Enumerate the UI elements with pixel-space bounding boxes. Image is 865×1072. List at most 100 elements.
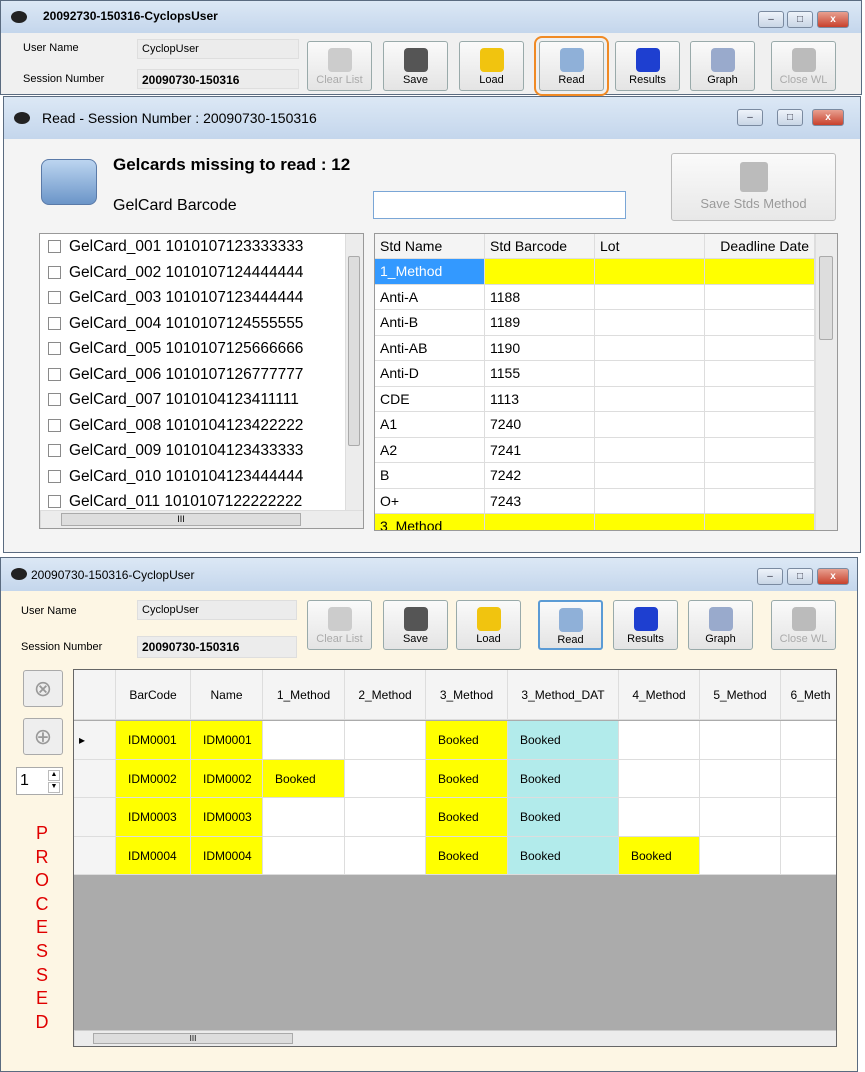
id-cell[interactable]: IDM0002 [191, 759, 263, 798]
clear-list-button[interactable]: Clear List [307, 41, 372, 91]
add-button[interactable]: ⊕ [23, 718, 63, 755]
id-cell[interactable]: IDM0002 [116, 759, 191, 798]
gelcard-checkbox[interactable] [48, 444, 61, 458]
method-cell[interactable]: Booked [508, 759, 619, 798]
gelcard-list-item[interactable]: GelCard_009 1010104123433333 [48, 442, 303, 460]
method-cell[interactable] [619, 759, 700, 798]
method-cell[interactable] [700, 721, 781, 760]
method-cell[interactable]: Booked [619, 836, 700, 875]
column-header[interactable]: Std Name [375, 234, 485, 259]
method-cell[interactable] [781, 836, 836, 875]
save-button[interactable]: Save [383, 600, 448, 650]
std-cell[interactable] [705, 310, 815, 336]
column-header[interactable]: Name [191, 670, 263, 720]
gelcard-list-item[interactable]: GelCard_010 1010104123444444 [48, 468, 303, 486]
std-cell[interactable]: 7240 [485, 412, 595, 438]
id-cell[interactable]: IDM0001 [116, 721, 191, 760]
std-name-cell[interactable]: A2 [375, 437, 485, 463]
method-cell[interactable]: Booked [426, 721, 508, 760]
std-name-cell[interactable]: 1_Method [375, 259, 485, 285]
load-button[interactable]: Load [459, 41, 524, 91]
std-name-cell[interactable]: O+ [375, 488, 485, 514]
gelcard-checkbox[interactable] [48, 393, 61, 407]
gelcard-checkbox[interactable] [48, 367, 61, 381]
row-header[interactable]: ▸ [74, 721, 116, 760]
method-cell[interactable] [781, 798, 836, 837]
std-cell[interactable]: 1155 [485, 361, 595, 387]
row-header[interactable] [74, 836, 116, 875]
gelcard-checkbox[interactable] [48, 469, 61, 483]
minimize-button[interactable]: – [737, 109, 763, 126]
minimize-button[interactable]: – [758, 11, 784, 28]
id-cell[interactable]: IDM0003 [116, 798, 191, 837]
gelcard-list-item[interactable]: GelCard_011 1010107122222222 [48, 493, 302, 511]
worklist-grid[interactable]: BarCode Name 1_Method 2_Method 3_Method 3_Met… [73, 669, 837, 1047]
std-cell[interactable] [595, 335, 705, 361]
close-button[interactable]: x [817, 568, 849, 585]
std-cell[interactable] [705, 488, 815, 514]
column-header[interactable]: 2_Method [345, 670, 426, 720]
method-cell[interactable] [700, 836, 781, 875]
method-cell[interactable]: Booked [426, 798, 508, 837]
method-cell[interactable] [345, 798, 426, 837]
std-name-cell[interactable]: CDE [375, 386, 485, 412]
std-cell[interactable] [705, 361, 815, 387]
gelcard-list-item[interactable]: GelCard_003 1010107123444444 [48, 289, 303, 307]
maximize-button[interactable]: □ [787, 11, 813, 28]
close-button[interactable]: x [817, 11, 849, 28]
std-cell[interactable]: 7241 [485, 437, 595, 463]
user-name-field[interactable]: CyclopUser [137, 39, 299, 59]
gelcard-list-item[interactable]: GelCard_004 1010107124555555 [48, 315, 303, 333]
maximize-button[interactable]: □ [787, 568, 813, 585]
method-cell[interactable]: Booked [263, 759, 345, 798]
row-header[interactable] [74, 759, 116, 798]
scroll-thumb[interactable] [819, 256, 833, 340]
barcode-input[interactable] [373, 191, 626, 219]
count-spinner[interactable]: 1 ▲ ▼ [16, 767, 63, 795]
std-cell[interactable]: 1189 [485, 310, 595, 336]
std-cell[interactable] [595, 488, 705, 514]
method-cell[interactable] [619, 721, 700, 760]
close-wl-button[interactable]: Close WL [771, 600, 836, 650]
std-cell[interactable] [595, 259, 705, 285]
gelcard-list-item[interactable]: GelCard_005 1010107125666666 [48, 340, 303, 358]
std-name-cell[interactable]: B [375, 463, 485, 489]
method-cell[interactable]: Booked [508, 721, 619, 760]
std-cell[interactable] [595, 386, 705, 412]
id-cell[interactable]: IDM0004 [116, 836, 191, 875]
std-cell[interactable] [705, 284, 815, 310]
std-cell[interactable] [705, 514, 815, 530]
std-cell[interactable] [595, 437, 705, 463]
horizontal-scrollbar[interactable]: III [74, 1030, 836, 1046]
gelcard-checkbox[interactable] [48, 265, 61, 279]
gelcard-checkbox[interactable] [48, 342, 61, 356]
std-cell[interactable]: 7243 [485, 488, 595, 514]
method-cell[interactable] [345, 721, 426, 760]
id-cell[interactable]: IDM0004 [191, 836, 263, 875]
method-cell[interactable]: Booked [426, 759, 508, 798]
column-header[interactable]: Lot [595, 234, 705, 259]
spinner-down-icon[interactable]: ▼ [48, 782, 60, 793]
std-cell[interactable]: 1188 [485, 284, 595, 310]
std-cell[interactable] [595, 463, 705, 489]
std-table[interactable]: Std Name Std Barcode Lot Deadline Date 1_Met… [374, 233, 838, 531]
column-header[interactable]: Deadline Date [705, 234, 815, 259]
column-header[interactable]: 4_Method [619, 670, 700, 720]
maximize-button[interactable]: □ [777, 109, 803, 126]
std-name-cell[interactable]: A1 [375, 412, 485, 438]
method-cell[interactable] [781, 721, 836, 760]
close-button[interactable]: x [812, 109, 844, 126]
std-name-cell[interactable]: 3_Method [375, 514, 485, 530]
gelcard-checkbox[interactable] [48, 495, 61, 509]
std-name-cell[interactable]: Anti-AB [375, 335, 485, 361]
std-cell[interactable] [705, 412, 815, 438]
std-cell[interactable]: 7242 [485, 463, 595, 489]
method-cell[interactable]: Booked [426, 836, 508, 875]
column-header[interactable]: Std Barcode [485, 234, 595, 259]
user-name-field[interactable]: CyclopUser [137, 600, 297, 620]
std-cell[interactable]: 1190 [485, 335, 595, 361]
std-cell[interactable] [595, 412, 705, 438]
std-cell[interactable]: 1113 [485, 386, 595, 412]
gelcard-list-item[interactable]: GelCard_007 1010104123411111 [48, 391, 299, 409]
std-cell[interactable] [485, 259, 595, 285]
